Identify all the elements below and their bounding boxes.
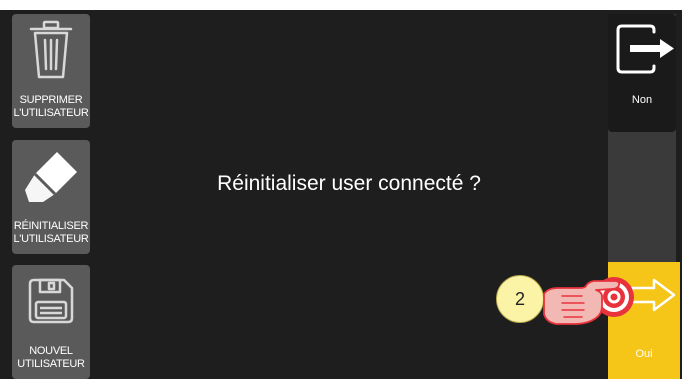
arrow-right-icon xyxy=(630,278,676,312)
exit-arrow-icon xyxy=(616,24,674,74)
yes-label: Oui xyxy=(635,348,653,360)
no-button[interactable]: Non xyxy=(608,14,676,132)
dialog-panel: Réinitialiser user connecté ? xyxy=(92,14,606,378)
touch-hand-icon xyxy=(543,277,634,325)
reset-user-button[interactable]: RÉINITIALISER L'UTILISATEUR xyxy=(12,140,90,254)
delete-user-label: SUPPRIMER L'UTILISATEUR xyxy=(13,94,89,119)
new-user-label: NOUVEL UTILISATEUR xyxy=(17,345,85,370)
delete-user-button[interactable]: SUPPRIMER L'UTILISATEUR xyxy=(12,14,90,128)
step-badge: 2 xyxy=(496,275,544,323)
new-user-button[interactable]: NOUVEL UTILISATEUR xyxy=(12,265,90,379)
no-label: Non xyxy=(631,94,653,106)
save-icon xyxy=(21,269,81,333)
reset-user-label: RÉINITIALISER L'UTILISATEUR xyxy=(13,220,89,245)
trash-icon xyxy=(21,18,81,82)
eraser-icon xyxy=(21,144,81,208)
confirm-message: Réinitialiser user connecté ? xyxy=(217,172,481,195)
